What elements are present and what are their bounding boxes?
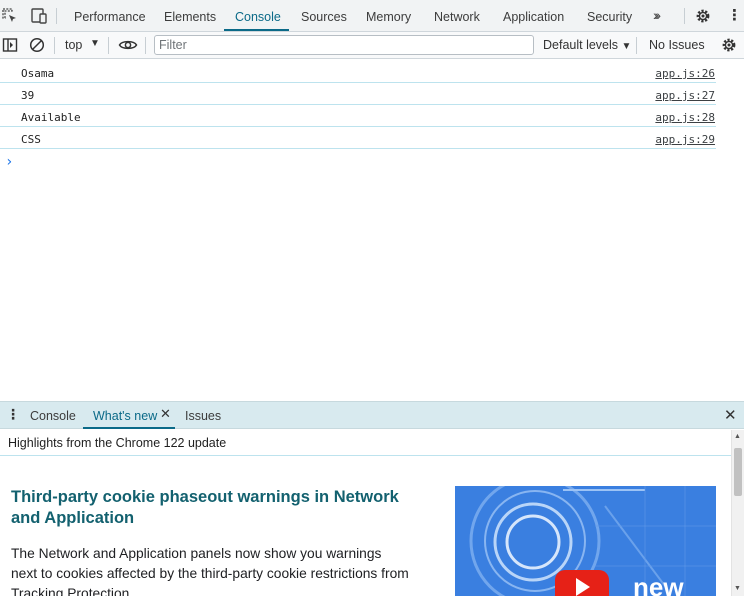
scroll-up-icon[interactable]: ▲ — [734, 433, 741, 440]
message-text: CSS — [21, 133, 41, 146]
eye-icon[interactable] — [118, 37, 138, 53]
message-text: Available — [21, 111, 81, 124]
highlights-text: Highlights from the Chrome 122 update — [8, 436, 227, 450]
drawer-tab-bar: ⋮ Console What's new ✕ Issues ✕ — [0, 401, 744, 429]
drawer-tab-console[interactable]: Console — [30, 402, 76, 429]
drawer-tab-issues[interactable]: Issues — [185, 402, 221, 429]
chevron-double-right-icon[interactable]: ››› — [653, 7, 661, 23]
message-text: 39 — [21, 89, 35, 102]
message-text: Osama — [21, 67, 55, 80]
console-messages: Osama app.js:26 39 app.js:27 Available a… — [0, 60, 744, 401]
console-message: Osama app.js:26 — [0, 61, 716, 83]
tab-security[interactable]: Security — [587, 0, 632, 31]
toolbar-divider — [108, 37, 109, 54]
console-message: CSS app.js:29 — [0, 127, 716, 149]
close-tab-icon[interactable]: ✕ — [160, 406, 171, 422]
vertical-ellipsis-icon[interactable]: ⋮ — [727, 6, 742, 24]
toolbar-divider — [145, 37, 146, 54]
source-link[interactable]: app.js:26 — [655, 67, 715, 80]
toolbar-divider — [54, 37, 55, 54]
source-link[interactable]: app.js:27 — [655, 89, 715, 102]
tab-application[interactable]: Application — [503, 0, 564, 31]
sidebar-toggle-icon[interactable] — [2, 37, 18, 53]
tab-network[interactable]: Network — [434, 0, 480, 31]
article-title[interactable]: Third-party cookie phaseout warnings in … — [11, 487, 421, 529]
drawer-tab-whats-new[interactable]: What's new — [93, 402, 157, 429]
article-body: The Network and Application panels now s… — [11, 546, 409, 596]
caret-down-icon: ▼ — [621, 41, 632, 52]
gear-icon[interactable] — [721, 37, 737, 53]
source-link[interactable]: app.js:28 — [655, 111, 715, 124]
whats-new-content: Third-party cookie phaseout warnings in … — [0, 456, 731, 596]
console-toolbar: top ▼ Default levels ▼ No Issues — [0, 32, 744, 59]
source-link[interactable]: app.js:29 — [655, 133, 715, 146]
console-message: 39 app.js:27 — [0, 83, 716, 105]
scroll-down-icon[interactable]: ▼ — [734, 585, 741, 592]
highlights-header: Highlights from the Chrome 122 update — [0, 430, 731, 456]
devtools-tab-bar: Performance Elements Console Sources Mem… — [0, 0, 744, 32]
tab-performance[interactable]: Performance — [74, 0, 146, 31]
video-thumbnail[interactable]: new — [455, 486, 716, 596]
tab-sources[interactable]: Sources — [301, 0, 347, 31]
log-levels-dropdown[interactable]: Default levels ▼ — [543, 38, 631, 52]
clear-console-icon[interactable] — [29, 37, 45, 53]
context-selector[interactable]: top — [65, 38, 82, 52]
issues-counter[interactable]: No Issues — [649, 38, 705, 52]
tab-console[interactable]: Console — [235, 0, 281, 31]
filter-input[interactable] — [154, 35, 534, 55]
tab-memory[interactable]: Memory — [366, 0, 411, 31]
console-message: Available app.js:28 — [0, 105, 716, 127]
hero-caption: new — [633, 572, 684, 596]
log-levels-label: Default levels — [543, 38, 619, 52]
active-tab-indicator — [83, 427, 175, 429]
console-prompt[interactable]: › — [5, 154, 13, 170]
active-tab-indicator — [224, 29, 289, 31]
drawer-scrollbar[interactable]: ▲ ▼ — [731, 430, 744, 596]
tab-elements[interactable]: Elements — [164, 0, 216, 31]
gear-icon[interactable] — [695, 8, 711, 24]
caret-down-icon[interactable]: ▼ — [90, 38, 100, 49]
toolbar-divider — [56, 8, 57, 24]
toolbar-divider — [636, 37, 637, 54]
close-drawer-icon[interactable]: ✕ — [724, 406, 737, 424]
device-toolbar-icon[interactable] — [29, 8, 47, 24]
toolbar-divider — [684, 8, 685, 24]
vertical-ellipsis-icon[interactable]: ⋮ — [6, 406, 20, 423]
scrollbar-thumb[interactable] — [734, 448, 742, 496]
inspect-element-icon[interactable] — [2, 8, 18, 24]
